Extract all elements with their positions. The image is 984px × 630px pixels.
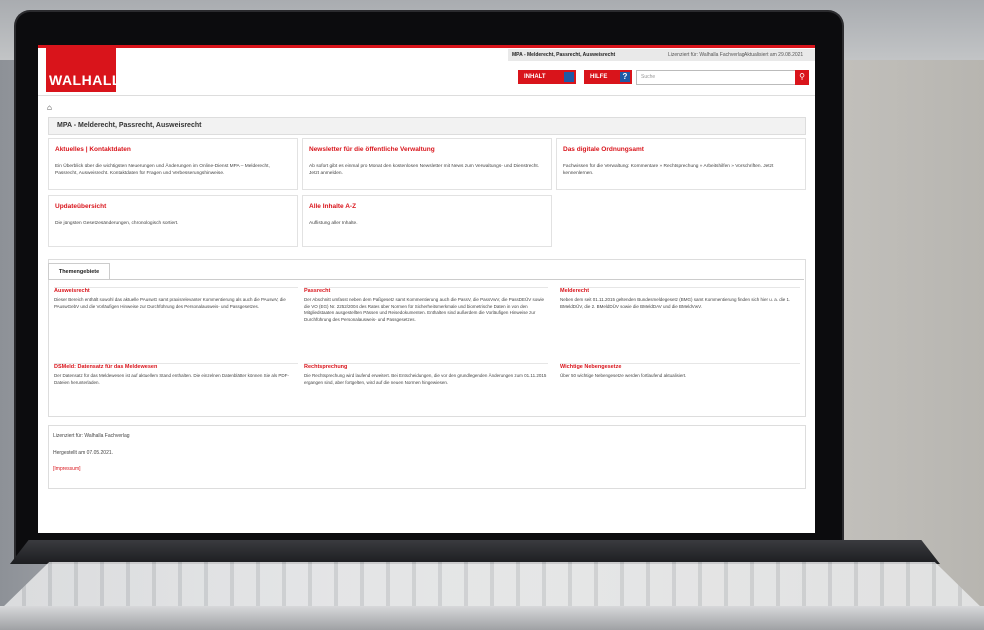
logo-text: WALHALLA — [49, 72, 132, 88]
theme-text: Der Abschnitt umfasst neben dem Paßgeset… — [304, 297, 545, 322]
search-placeholder: Suche — [641, 74, 656, 80]
page-title: MPA - Melderecht, Passrecht, Ausweisrech… — [48, 117, 806, 135]
header-divider — [38, 95, 815, 96]
card-updates[interactable]: Updateübersicht Die jüngsten Gesetzesänd… — [48, 195, 298, 247]
hilfe-label: HILFE — [590, 74, 608, 80]
update-info: Aktualisiert am 29.08.2021 — [744, 52, 804, 58]
card-text: Auflistung aller Inhalte. — [309, 221, 358, 226]
hilfe-button[interactable]: HILFE ? — [584, 70, 632, 84]
theme-title[interactable]: Wichtige Nebengesetze — [560, 364, 800, 370]
theme-title[interactable]: Ausweisrecht — [54, 288, 298, 294]
top-info-bar: MPA - Melderecht, Passrecht, Ausweisrech… — [508, 49, 815, 61]
footer: Lizenziert für: Walhalla Fachverlag Herg… — [48, 425, 806, 489]
theme-title[interactable]: Passrecht — [304, 288, 548, 294]
walhalla-logo[interactable]: WALHALLA — [46, 48, 131, 92]
search-button[interactable]: ⚲ — [795, 70, 809, 85]
license-info: Lizenziert für: Walhalla Fachverlag — [668, 52, 745, 58]
theme-dsmeld[interactable]: DSMeld: Datensatz für das Meldewesen Der… — [54, 363, 298, 386]
theme-title[interactable]: DSMeld: Datensatz für das Meldewesen — [54, 364, 298, 370]
footer-created: Hergestellt am 07.05.2021. — [53, 450, 114, 456]
card-newsletter[interactable]: Newsletter für die öffentliche Verwaltun… — [302, 138, 552, 190]
card-text: Ein Überblick über die wichtigsten Neuer… — [55, 164, 270, 176]
question-icon: ? — [620, 72, 630, 82]
inhalt-label: INHALT — [524, 74, 546, 80]
theme-text: Der Datensatz für das Meldewesen ist auf… — [54, 373, 289, 385]
tab-divider — [48, 279, 804, 280]
theme-text: Dieser Bereich enthält sowohl das aktuel… — [54, 297, 286, 309]
laptop-keyboard — [0, 562, 984, 610]
impressum-link[interactable]: [Impressum] — [53, 466, 81, 472]
header-accent — [38, 45, 815, 48]
card-title[interactable]: Updateübersicht — [55, 203, 106, 210]
card-text: Ab sofort gibt es einmal pro Monat den k… — [309, 164, 540, 176]
theme-melderecht[interactable]: Melderecht Neben dem seit 01.11.2015 gel… — [560, 287, 800, 310]
tab-themengebiete[interactable]: Themengebiete — [48, 263, 110, 280]
search-input[interactable]: Suche — [636, 70, 796, 85]
card-title[interactable]: Das digitale Ordnungsamt — [563, 146, 644, 153]
card-aktuelles[interactable]: Aktuelles | Kontaktdaten Ein Überblick ü… — [48, 138, 298, 190]
theme-text: Die Rechtsprechung wird laufend erweiter… — [304, 373, 547, 385]
theme-text: Über 50 wichtige Nebengesetze werden for… — [560, 373, 687, 378]
card-title[interactable]: Alle Inhalte A-Z — [309, 203, 356, 210]
page-title-text: MPA - Melderecht, Passrecht, Ausweisrech… — [57, 122, 202, 129]
card-title[interactable]: Aktuelles | Kontaktdaten — [55, 146, 131, 153]
laptop-edge — [0, 606, 984, 630]
card-text: Fachwissen für die Verwaltung: Kommentar… — [563, 164, 774, 176]
card-text: Die jüngsten Gesetzesänderungen, chronol… — [55, 221, 179, 226]
card-a-z[interactable]: Alle Inhalte A-Z Auflistung aller Inhalt… — [302, 195, 552, 247]
folder-icon — [564, 72, 574, 82]
card-title[interactable]: Newsletter für die öffentliche Verwaltun… — [309, 146, 435, 153]
screen: WALHALLA MPA - Melderecht, Passrecht, Au… — [38, 45, 815, 533]
home-icon[interactable]: ⌂ — [47, 103, 52, 112]
theme-text: Neben dem seit 01.11.2015 geltenden Bund… — [560, 297, 791, 309]
laptop-hinge — [10, 540, 940, 564]
inhalt-button[interactable]: INHALT — [518, 70, 576, 84]
theme-passrecht[interactable]: Passrecht Der Abschnitt umfasst neben de… — [304, 287, 548, 323]
theme-title[interactable]: Rechtsprechung — [304, 364, 548, 370]
theme-title[interactable]: Melderecht — [560, 288, 800, 294]
search-icon: ⚲ — [799, 72, 805, 81]
card-ordnungsamt[interactable]: Das digitale Ordnungsamt Fachwissen für … — [556, 138, 806, 190]
product-title: MPA - Melderecht, Passrecht, Ausweisrech… — [512, 52, 616, 58]
footer-license: Lizenziert für: Walhalla Fachverlag — [53, 433, 130, 439]
theme-rechtsprechung[interactable]: Rechtsprechung Die Rechtsprechung wird l… — [304, 363, 548, 386]
themes-panel — [48, 259, 806, 417]
theme-nebengesetze[interactable]: Wichtige Nebengesetze Über 50 wichtige N… — [560, 363, 800, 380]
theme-ausweisrecht[interactable]: Ausweisrecht Dieser Bereich enthält sowo… — [54, 287, 298, 310]
